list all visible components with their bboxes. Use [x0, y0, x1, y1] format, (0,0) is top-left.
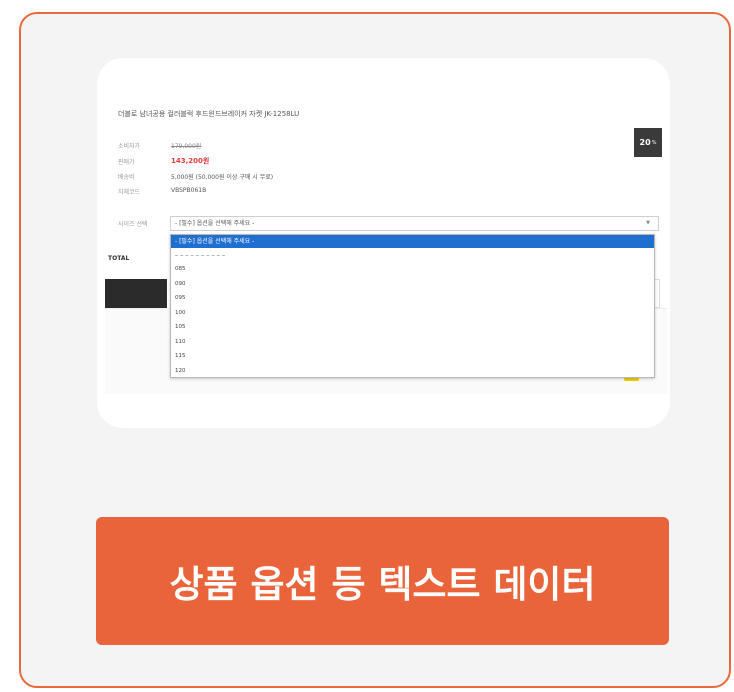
- chevron-down-icon: ▼: [646, 220, 650, 226]
- size-select-value: - [필수] 옵션을 선택해 주세요 -: [175, 220, 255, 227]
- total-label: TOTAL: [108, 255, 130, 262]
- caption-text: 상품 옵션 등 텍스트 데이터: [169, 563, 596, 606]
- dropdown-option[interactable]: 105: [171, 320, 654, 335]
- dropdown-option[interactable]: 115: [171, 349, 654, 364]
- dropdown-option-placeholder[interactable]: - [필수] 옵션을 선택해 주세요 -: [171, 235, 654, 248]
- buy-now-button[interactable]: [105, 279, 167, 308]
- discount-value: 20: [639, 138, 651, 147]
- product-title: 더블로 남녀공용 컬러블럭 후드윈드브레이커 자켓 JK-1258LU: [118, 110, 300, 118]
- dropdown-option[interactable]: 095: [171, 291, 654, 306]
- row-label-code: 자체코드: [118, 189, 141, 196]
- row-label-size: 사이즈 선택: [118, 221, 148, 228]
- sale-price-value: 143,200원: [171, 157, 210, 165]
- row-label-list-price: 소비자가: [118, 143, 141, 150]
- row-label-sale-price: 판매가: [118, 159, 135, 166]
- dropdown-option[interactable]: 120: [171, 364, 654, 379]
- discount-unit: %: [651, 139, 657, 146]
- dropdown-separator: [175, 255, 225, 262]
- product-code-value: VBSPB061B: [171, 187, 207, 194]
- size-select[interactable]: - [필수] 옵션을 선택해 주세요 - ▼: [170, 216, 659, 231]
- discount-badge: 20%: [634, 128, 662, 157]
- caption-banner: 상품 옵션 등 텍스트 데이터: [96, 517, 669, 645]
- dropdown-option[interactable]: 085: [171, 262, 654, 277]
- list-price-value: 179,000원: [171, 143, 202, 150]
- dropdown-option[interactable]: 100: [171, 306, 654, 321]
- size-dropdown-list: - [필수] 옵션을 선택해 주세요 - 085 090 095 100 105…: [170, 234, 655, 378]
- row-label-shipping: 배송비: [118, 174, 135, 181]
- dropdown-option[interactable]: 090: [171, 277, 654, 292]
- shipping-value: 5,000원 (50,000원 이상 구매 시 무료): [171, 174, 274, 181]
- product-screenshot: 더블로 남녀공용 컬러블럭 후드윈드브레이커 자켓 JK-1258LU 소비자가…: [97, 58, 670, 428]
- dropdown-option[interactable]: 110: [171, 335, 654, 350]
